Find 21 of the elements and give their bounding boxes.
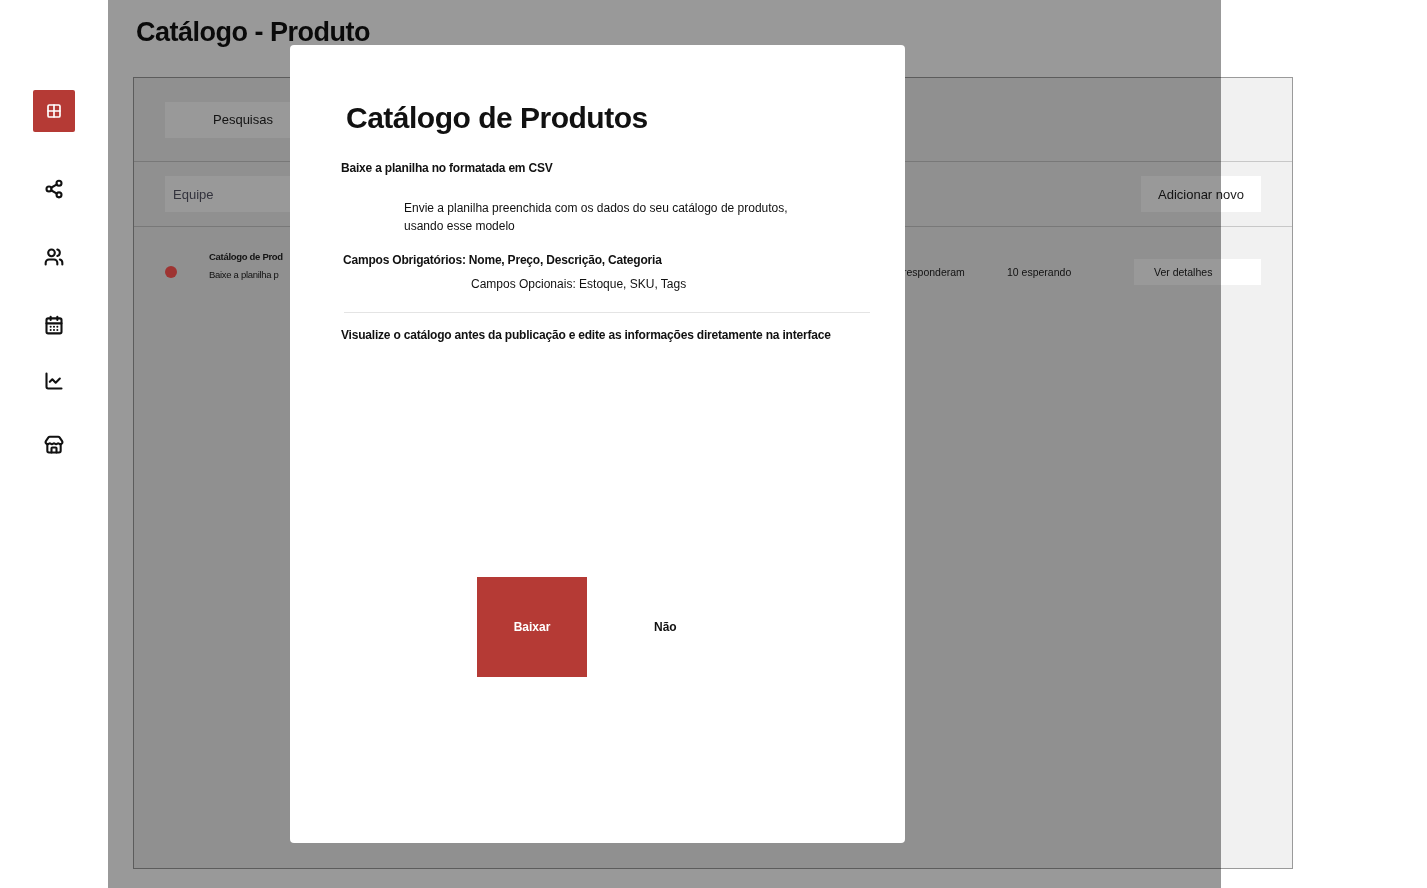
instructions-text: Envie a planilha preenchida com os dados do seu catálogo de produtos, usando esse modelo [404,200,789,235]
details-button[interactable]: Ver detalhes [1134,259,1261,285]
modal-title: Catálogo de Produtos [346,101,649,135]
row-title: Catálogo de Prod [209,250,283,262]
waiting-count: 10 esperando [1007,266,1073,278]
share-icon [44,179,64,199]
optional-fields: Campos Opcionais: Estoque, SKU, Tags [471,277,875,291]
preview-note: Visualize o catálogo antes da publicação e edite as informações diretamente na interface [341,328,832,342]
calendar-icon [44,315,64,335]
cancel-button[interactable]: Não [650,616,681,638]
grid-icon [46,103,62,119]
users-icon [44,247,64,267]
chart-icon [44,371,64,391]
add-button[interactable]: Adicionar novo [1141,176,1261,212]
page-title: Catálogo - Produto [136,16,370,49]
required-fields: Campos Obrigatórios: Nome, Preço, Descrição, Categoria [343,253,875,267]
store-icon [44,435,64,455]
row-subtitle: Baixe a planilha p [209,268,279,280]
download-note: Baixe a planilha no formatada em CSV [341,161,554,175]
responded-count: responderam [903,266,966,278]
download-button[interactable]: Baixar [477,577,587,677]
